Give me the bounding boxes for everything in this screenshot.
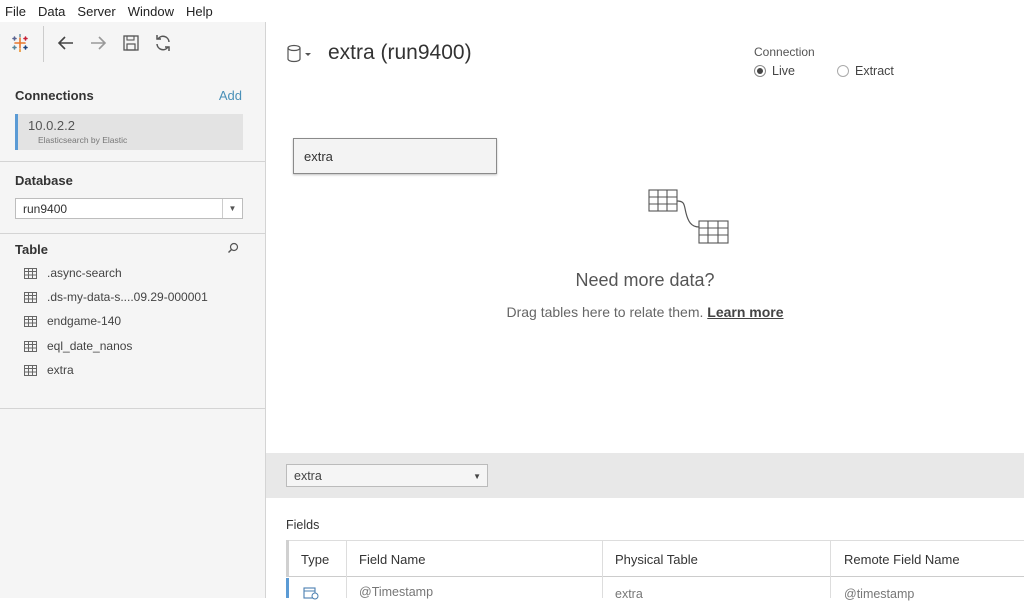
row-selection-marker bbox=[286, 578, 289, 598]
database-value: run9400 bbox=[23, 202, 68, 216]
field-name-cell[interactable]: @Timestamp bbox=[359, 585, 433, 599]
table-name: endgame-140 bbox=[47, 314, 122, 328]
datasource-title[interactable]: extra (run9400) bbox=[328, 41, 472, 65]
database-select[interactable]: run9400 ▼ bbox=[15, 198, 243, 219]
menu-data[interactable]: Data bbox=[33, 4, 70, 19]
table-name: extra bbox=[47, 363, 74, 377]
table-name: .async-search bbox=[47, 266, 122, 280]
empty-state-hint: Drag tables here to relate them. Learn m… bbox=[266, 304, 1024, 320]
table-list-item[interactable]: .ds-my-data-s....09.29-000001 bbox=[24, 288, 208, 306]
add-connection-link[interactable]: Add bbox=[219, 88, 242, 103]
remote-field-name-cell: @timestamp bbox=[844, 587, 915, 601]
fields-grid: Type Field Name Physical Table Remote Fi… bbox=[286, 540, 1024, 601]
chevron-down-icon: ▼ bbox=[222, 199, 242, 218]
table-grid-icon bbox=[24, 340, 37, 352]
back-arrow-icon[interactable] bbox=[54, 31, 78, 55]
grid-left-edge bbox=[286, 540, 289, 577]
forward-arrow-icon[interactable] bbox=[86, 31, 110, 55]
table-list-item[interactable]: .async-search bbox=[24, 264, 122, 282]
table-title: Table bbox=[15, 242, 48, 257]
table-grid-icon bbox=[24, 364, 37, 376]
refresh-icon[interactable] bbox=[151, 31, 175, 55]
menu-help[interactable]: Help bbox=[181, 4, 218, 19]
connection-name: 10.0.2.2 bbox=[28, 118, 75, 133]
radio-unselected-icon bbox=[837, 65, 849, 77]
column-divider bbox=[346, 540, 347, 598]
table-select-value: extra bbox=[294, 469, 322, 483]
radio-selected-icon bbox=[754, 65, 766, 77]
connection-label: Connection bbox=[754, 45, 815, 59]
tableau-logo-icon[interactable] bbox=[8, 31, 32, 55]
table-select[interactable]: extra ▼ bbox=[286, 464, 488, 487]
extract-label: Extract bbox=[855, 64, 894, 78]
table-grid-icon bbox=[24, 267, 37, 279]
sidebar: Connections Add 10.0.2.2 Elasticsearch b… bbox=[0, 22, 266, 598]
relate-tables-icon bbox=[648, 189, 729, 244]
save-icon[interactable] bbox=[119, 31, 143, 55]
learn-more-link[interactable]: Learn more bbox=[707, 304, 783, 320]
chevron-down-icon: ▼ bbox=[473, 472, 481, 481]
table-list-item[interactable]: extra bbox=[24, 361, 74, 379]
menu-bar: File Data Server Window Help bbox=[0, 0, 1024, 22]
table-selector-band: extra ▼ bbox=[266, 453, 1024, 498]
live-radio[interactable]: Live bbox=[754, 64, 795, 78]
extract-radio[interactable]: Extract bbox=[837, 64, 894, 78]
menu-window[interactable]: Window bbox=[123, 4, 179, 19]
live-label: Live bbox=[772, 64, 795, 78]
column-divider bbox=[602, 540, 603, 598]
physical-table-cell: extra bbox=[615, 587, 643, 601]
divider bbox=[0, 233, 265, 234]
fields-title: Fields bbox=[286, 518, 320, 532]
column-header-remote-field-name[interactable]: Remote Field Name bbox=[844, 552, 960, 567]
connection-type: Elasticsearch by Elastic bbox=[38, 135, 128, 145]
table-list-item[interactable]: endgame-140 bbox=[24, 312, 121, 330]
menu-server[interactable]: Server bbox=[72, 4, 120, 19]
main-area: extra (run9400) Connection Live Extract … bbox=[266, 22, 1024, 601]
connection-item[interactable]: 10.0.2.2 Elasticsearch by Elastic bbox=[15, 114, 243, 150]
table-name: .ds-my-data-s....09.29-000001 bbox=[47, 290, 208, 304]
column-header-physical-table[interactable]: Physical Table bbox=[615, 552, 698, 567]
table-grid-icon bbox=[24, 291, 37, 303]
connections-title: Connections bbox=[15, 88, 94, 103]
calendar-clock-icon[interactable] bbox=[303, 586, 319, 605]
canvas-table-name: extra bbox=[304, 149, 333, 164]
toolbar bbox=[0, 22, 265, 66]
column-divider bbox=[830, 540, 831, 598]
table-grid-icon bbox=[24, 315, 37, 327]
table-name: eql_date_nanos bbox=[47, 339, 133, 353]
toolbar-separator bbox=[43, 26, 44, 62]
column-header-field-name[interactable]: Field Name bbox=[359, 552, 425, 567]
datasource-cylinder-icon[interactable] bbox=[286, 44, 314, 64]
search-icon[interactable] bbox=[227, 242, 239, 257]
divider bbox=[0, 161, 265, 162]
empty-state-title: Need more data? bbox=[575, 270, 715, 290]
table-list-item[interactable]: eql_date_nanos bbox=[24, 337, 132, 355]
drag-hint-text: Drag tables here to relate them. bbox=[506, 304, 704, 320]
column-header-type[interactable]: Type bbox=[301, 552, 329, 567]
database-title: Database bbox=[15, 173, 73, 188]
divider bbox=[0, 408, 265, 409]
menu-file[interactable]: File bbox=[0, 4, 31, 19]
canvas-table-chip[interactable]: extra bbox=[293, 138, 497, 174]
